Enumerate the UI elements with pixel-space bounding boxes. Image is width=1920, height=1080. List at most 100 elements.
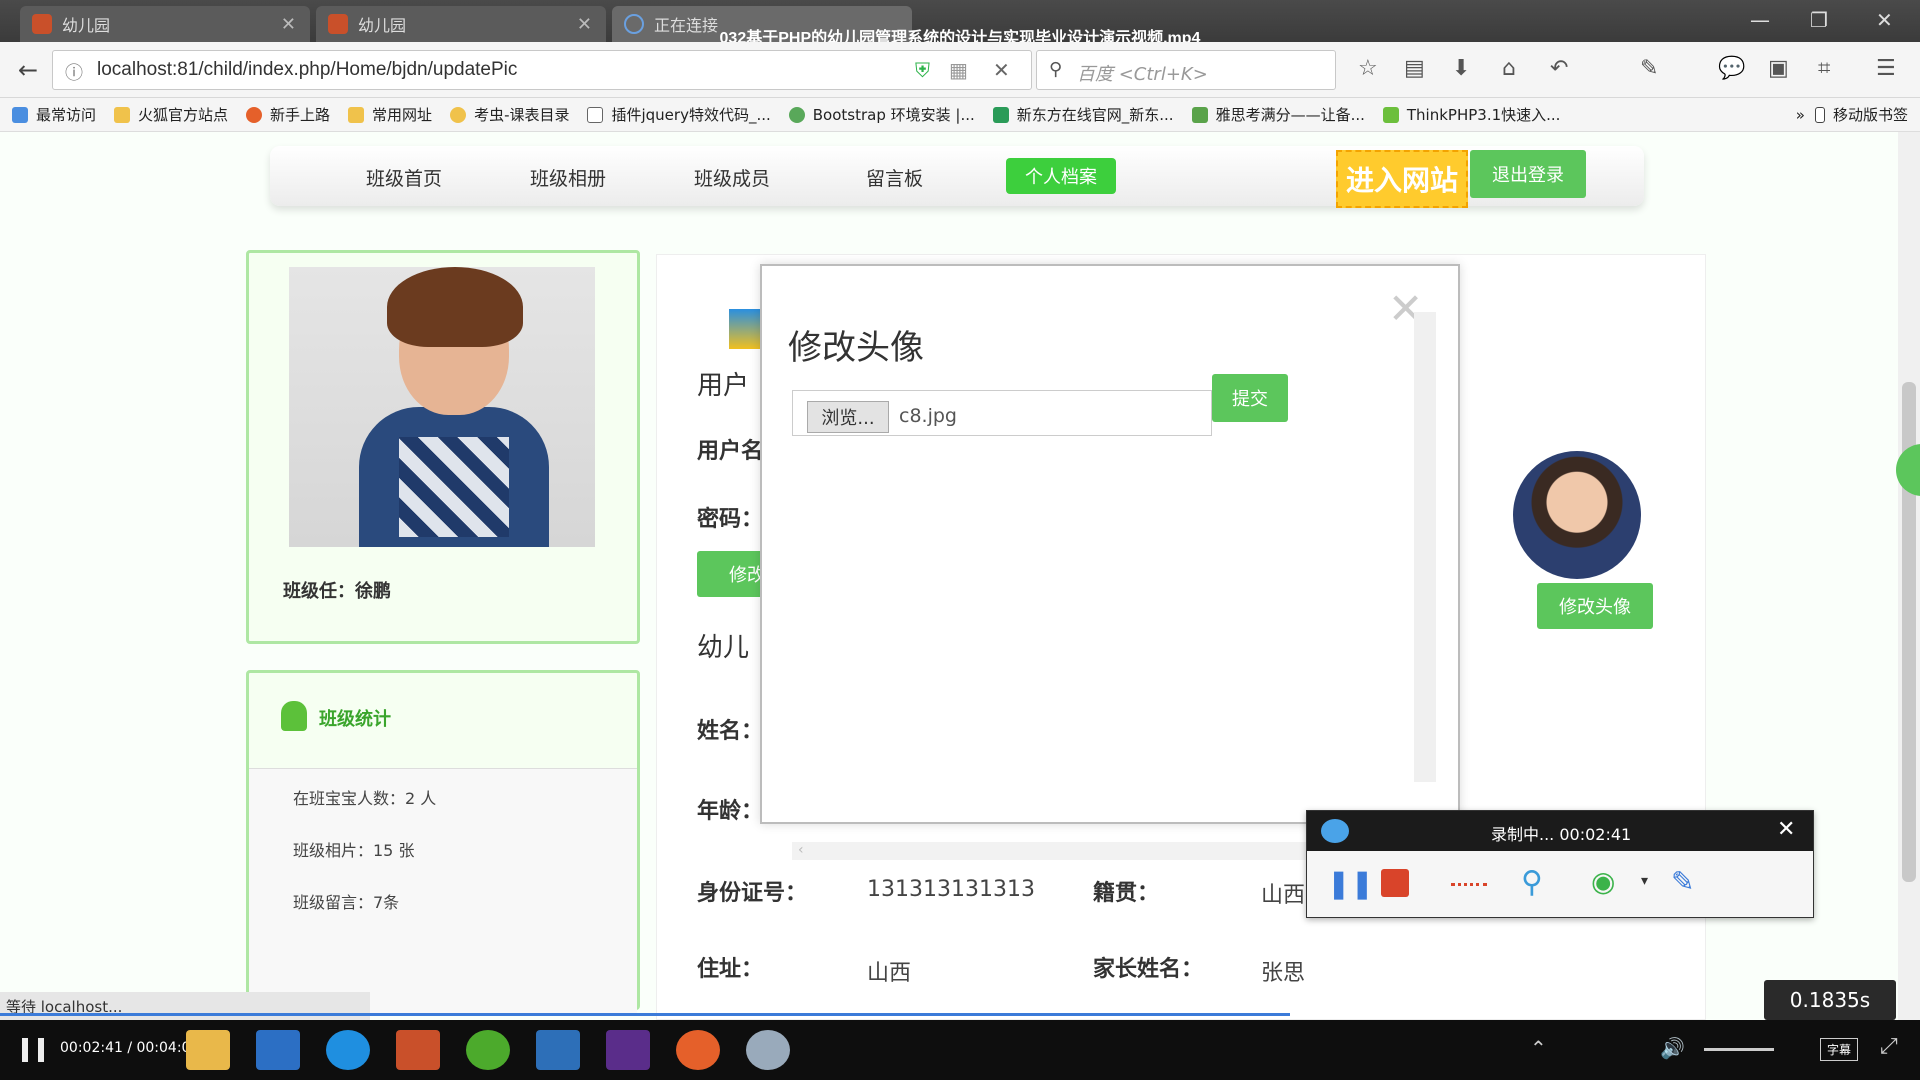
stats-title: 班级统计 [319, 709, 391, 730]
microphone-icon[interactable]: ⚲ [1521, 865, 1543, 900]
enter-site-button[interactable]: 进入网站 [1336, 150, 1468, 208]
net-speed-badge: 0.1835s [1764, 980, 1896, 1020]
dropdown-icon[interactable]: ▾ [1641, 873, 1648, 889]
leaf-app-icon[interactable] [466, 1030, 510, 1070]
subtitle-button[interactable]: 字幕 [1820, 1038, 1859, 1061]
bookmark-item[interactable]: 新手上路 [246, 104, 330, 125]
back-icon[interactable]: ← [10, 52, 46, 88]
parent-value: 张思 [1261, 961, 1306, 986]
bookmark-item[interactable]: 考虫-课表目录 [450, 104, 569, 125]
bookmark-item[interactable]: 常用网址 [348, 104, 432, 125]
address-bar[interactable]: ⓘ localhost:81/child/index.php/Home/bjdn… [52, 50, 1032, 90]
word-icon[interactable] [536, 1030, 580, 1070]
address-value: 山西 [867, 961, 912, 986]
fullscreen-icon[interactable]: ⤢ [1880, 1034, 1898, 1059]
download-icon[interactable]: ⬇ [1452, 56, 1470, 81]
close-tab-icon[interactable]: ✕ [281, 14, 296, 35]
file-name: c8.jpg [899, 405, 957, 427]
bookmark-item[interactable]: Bootstrap 环境安装 |... [788, 104, 975, 125]
info-icon[interactable]: ⓘ [65, 59, 83, 85]
book-icon [729, 309, 763, 349]
nav-class-album[interactable]: 班级相册 [530, 164, 606, 191]
ie-icon[interactable] [326, 1030, 370, 1070]
bootstrap-icon [788, 106, 805, 123]
home-icon[interactable]: ⌂ [1502, 56, 1516, 81]
stop-icon[interactable]: ✕ [993, 58, 1010, 82]
url-text[interactable]: localhost:81/child/index.php/Home/bjdn/u… [97, 59, 517, 81]
bookmark-item[interactable]: 新东方在线官网_新东... [992, 104, 1174, 125]
minimize-icon[interactable]: — [1750, 8, 1770, 32]
name-label: 姓名： [697, 719, 764, 744]
browser-navbar: ← ⓘ localhost:81/child/index.php/Home/bj… [0, 42, 1920, 98]
id-label: 身份证号： [697, 881, 808, 906]
tray-chevron-icon[interactable]: ⌃ [1530, 1036, 1547, 1060]
tools-icon[interactable]: ✎ [1640, 56, 1658, 81]
screenshot-icon[interactable]: ▣ [1768, 56, 1789, 81]
webcam-icon[interactable]: ◉ [1591, 865, 1615, 898]
bookmark-item[interactable]: 雅思考满分——让备... [1191, 104, 1365, 125]
search-box[interactable]: ⚲ 百度 <Ctrl+K> [1036, 50, 1336, 90]
video-progress[interactable] [0, 1013, 1290, 1016]
stop-icon[interactable] [1381, 869, 1409, 897]
chat-icon[interactable]: 💬 [1718, 56, 1745, 81]
bookmark-star-icon[interactable]: ☆ [1358, 56, 1378, 81]
recording-status: 录制中... 00:02:41 [1491, 825, 1632, 844]
phone-icon [1814, 106, 1825, 123]
children-icon [281, 701, 307, 731]
browser-titlebar: 幼儿园 ✕ 幼儿园 ✕ 正在连接 032基于PHP的幼儿园管理系统的设计与实现毕… [0, 0, 1920, 47]
page-scrollbar[interactable] [1898, 132, 1920, 1020]
close-tab-icon[interactable]: ✕ [577, 14, 592, 35]
mobile-bookmarks[interactable]: » 移动版书签 [1796, 104, 1908, 125]
shield-icon[interactable]: ⛨ [915, 58, 930, 82]
video-timecode: 00:02:41 / 00:04:00 [60, 1040, 200, 1056]
undo-icon[interactable]: ↶ [1550, 56, 1568, 81]
nav-class-home[interactable]: 班级首页 [366, 164, 442, 191]
pencil-icon[interactable]: ✎ [1671, 865, 1694, 898]
close-window-icon[interactable]: ✕ [1876, 8, 1893, 32]
bookmark-item[interactable]: 最常访问 [12, 104, 96, 125]
phpstorm-icon[interactable] [606, 1030, 650, 1070]
logout-button[interactable]: 退出登录 [1470, 150, 1586, 198]
bookmark-item[interactable]: 插件jquery特效代码_... [587, 104, 771, 125]
volume-icon[interactable]: 🔊 [1660, 1036, 1685, 1060]
close-icon[interactable]: ✕ [1777, 817, 1795, 842]
nav-guestbook[interactable]: 留言板 [866, 164, 923, 191]
volume-slider[interactable] [1704, 1048, 1774, 1051]
submit-button[interactable]: 提交 [1212, 374, 1288, 422]
dialog-scrollbar[interactable] [1414, 312, 1436, 782]
bookmark-item[interactable]: 火狐官方站点 [114, 104, 228, 125]
explorer-icon[interactable] [186, 1030, 230, 1070]
username-label: 用户名 [697, 439, 764, 464]
recorder-app-icon[interactable] [746, 1030, 790, 1070]
mail-icon[interactable] [256, 1030, 300, 1070]
bookmarks-bar: 最常访问 火狐官方站点 新手上路 常用网址 考虫-课表目录 插件jquery特效… [0, 98, 1920, 132]
browse-button[interactable]: 浏览... [807, 401, 889, 433]
pause-icon[interactable] [22, 1038, 44, 1062]
pause-icon[interactable]: ❚❚ [1327, 867, 1374, 900]
section-user: 用户 [697, 371, 750, 401]
screen-recorder: 录制中... 00:02:41 ✕ ❚❚ ⚲ ◉ ▾ ✎ [1306, 810, 1814, 918]
tab-1[interactable]: 幼儿园 ✕ [20, 6, 310, 42]
app-icon[interactable] [396, 1030, 440, 1070]
restore-icon[interactable]: ❐ [1810, 8, 1828, 32]
search-icon: ⚲ [1049, 59, 1063, 80]
crop-icon[interactable]: ⌗ [1818, 56, 1830, 81]
firefox-icon[interactable] [676, 1030, 720, 1070]
kaochong-icon [450, 106, 467, 123]
audio-level-icon [1451, 883, 1487, 887]
bookmark-item[interactable]: ThinkPHP3.1快速入... [1382, 104, 1560, 125]
nav-profile[interactable]: 个人档案 [1006, 158, 1116, 194]
tab-label: 幼儿园 [62, 16, 111, 35]
stat-children-count: 在班宝宝人数：2 人 [293, 789, 437, 808]
change-avatar-button[interactable]: 修改头像 [1537, 583, 1653, 629]
dialog-title: 修改头像 [788, 328, 924, 368]
file-input[interactable]: 浏览... c8.jpg [792, 390, 1212, 436]
nav-class-members[interactable]: 班级成员 [694, 164, 770, 191]
menu-icon[interactable]: ☰ [1876, 56, 1896, 81]
address-label: 住址： [697, 957, 764, 982]
qr-code-icon[interactable]: ▦ [949, 58, 968, 82]
overflow-chevron-icon[interactable]: » [1796, 106, 1805, 124]
tab-2[interactable]: 幼儿园 ✕ [316, 6, 606, 42]
xdf-icon [992, 106, 1009, 123]
clipboard-icon[interactable]: ▤ [1404, 56, 1425, 81]
